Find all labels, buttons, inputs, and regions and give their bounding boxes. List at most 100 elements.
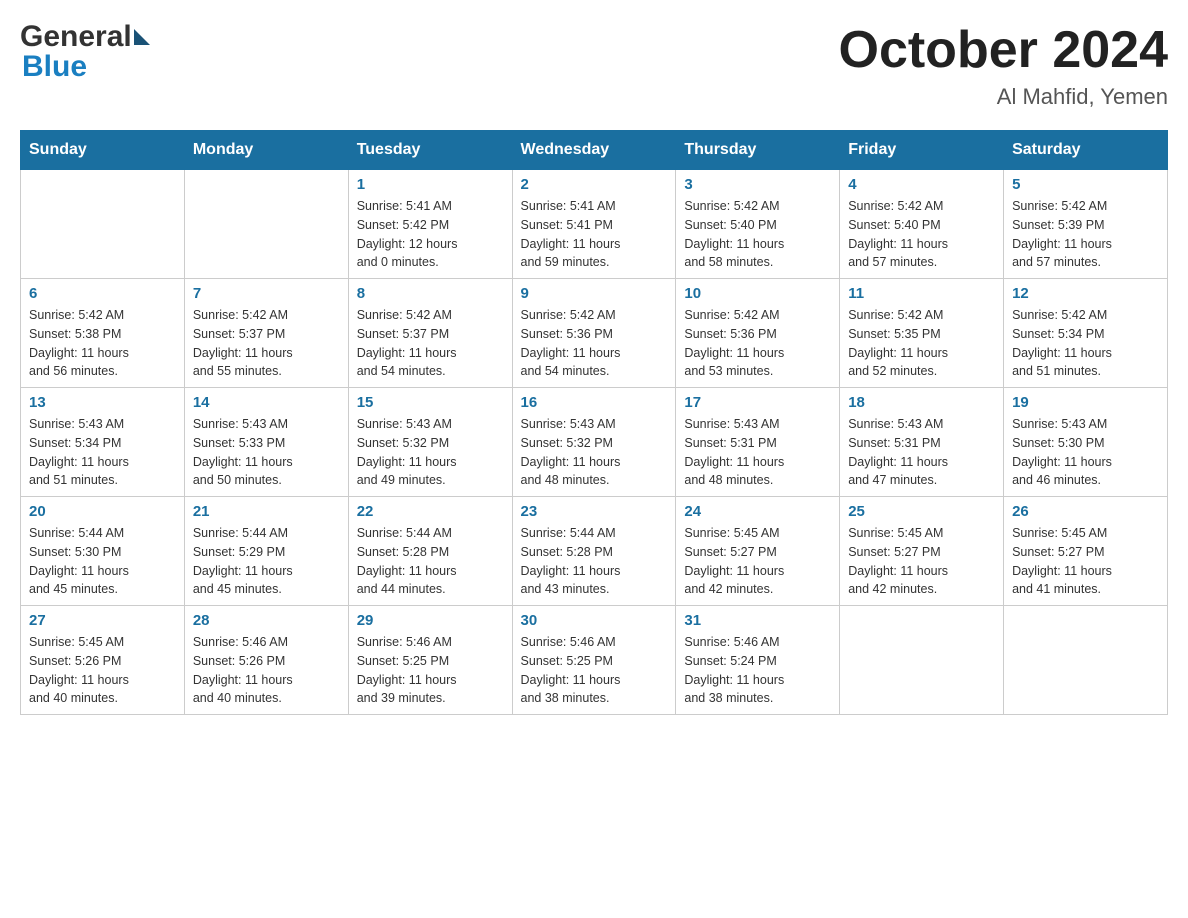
calendar-cell: 16 Sunrise: 5:43 AMSunset: 5:32 PMDayligh… [512,388,676,497]
page-header: General Blue October 2024 Al Mahfid, Yem… [20,20,1168,110]
calendar-cell: 21 Sunrise: 5:44 AMSunset: 5:29 PMDayligh… [184,497,348,606]
day-number: 5 [1012,176,1159,193]
day-info: Sunrise: 5:41 AMSunset: 5:41 PMDaylight:… [521,197,668,272]
calendar-cell [840,606,1004,715]
calendar-cell: 19 Sunrise: 5:43 AMSunset: 5:30 PMDayligh… [1004,388,1168,497]
logo-general-text: General [20,20,132,54]
day-number: 30 [521,612,668,629]
day-number: 25 [848,503,995,520]
calendar-table: SundayMondayTuesdayWednesdayThursdayFrid… [20,130,1168,715]
day-number: 24 [684,503,831,520]
calendar-cell: 26 Sunrise: 5:45 AMSunset: 5:27 PMDayligh… [1004,497,1168,606]
day-info: Sunrise: 5:42 AMSunset: 5:35 PMDaylight:… [848,306,995,381]
day-number: 21 [193,503,340,520]
month-title: October 2024 [839,20,1169,80]
day-number: 10 [684,285,831,302]
day-info: Sunrise: 5:43 AMSunset: 5:31 PMDaylight:… [684,415,831,490]
day-number: 27 [29,612,176,629]
calendar-cell: 9 Sunrise: 5:42 AMSunset: 5:36 PMDaylight… [512,279,676,388]
day-of-week-header: Tuesday [348,131,512,170]
day-info: Sunrise: 5:43 AMSunset: 5:33 PMDaylight:… [193,415,340,490]
day-of-week-header: Wednesday [512,131,676,170]
calendar-cell: 28Sunrise: 5:46 AMSunset: 5:26 PMDayligh… [184,606,348,715]
calendar-cell [21,170,185,279]
day-number: 18 [848,394,995,411]
calendar-cell: 25 Sunrise: 5:45 AMSunset: 5:27 PMDayligh… [840,497,1004,606]
calendar-week-row: 20 Sunrise: 5:44 AMSunset: 5:30 PMDayligh… [21,497,1168,606]
calendar-cell [184,170,348,279]
day-of-week-header: Friday [840,131,1004,170]
calendar-cell: 11 Sunrise: 5:42 AMSunset: 5:35 PMDayligh… [840,279,1004,388]
day-number: 11 [848,285,995,302]
day-number: 13 [29,394,176,411]
day-info: Sunrise: 5:43 AMSunset: 5:31 PMDaylight:… [848,415,995,490]
calendar-cell: 23 Sunrise: 5:44 AMSunset: 5:28 PMDayligh… [512,497,676,606]
calendar-body: 1Sunrise: 5:41 AMSunset: 5:42 PMDaylight… [21,170,1168,715]
day-info: Sunrise: 5:44 AMSunset: 5:30 PMDaylight:… [29,524,176,599]
day-number: 8 [357,285,504,302]
calendar-week-row: 1Sunrise: 5:41 AMSunset: 5:42 PMDaylight… [21,170,1168,279]
calendar-week-row: 27Sunrise: 5:45 AMSunset: 5:26 PMDayligh… [21,606,1168,715]
calendar-cell: 15Sunrise: 5:43 AMSunset: 5:32 PMDayligh… [348,388,512,497]
day-info: Sunrise: 5:45 AMSunset: 5:27 PMDaylight:… [1012,524,1159,599]
day-number: 16 [521,394,668,411]
logo: General Blue [20,20,150,84]
day-info: Sunrise: 5:42 AMSunset: 5:36 PMDaylight:… [521,306,668,381]
calendar-cell: 5 Sunrise: 5:42 AMSunset: 5:39 PMDaylight… [1004,170,1168,279]
calendar-cell: 2Sunrise: 5:41 AMSunset: 5:41 PMDaylight… [512,170,676,279]
day-info: Sunrise: 5:43 AMSunset: 5:32 PMDaylight:… [521,415,668,490]
day-info: Sunrise: 5:44 AMSunset: 5:28 PMDaylight:… [521,524,668,599]
day-info: Sunrise: 5:44 AMSunset: 5:29 PMDaylight:… [193,524,340,599]
calendar-cell: 8 Sunrise: 5:42 AMSunset: 5:37 PMDaylight… [348,279,512,388]
calendar-cell: 3 Sunrise: 5:42 AMSunset: 5:40 PMDaylight… [676,170,840,279]
calendar-cell: 27Sunrise: 5:45 AMSunset: 5:26 PMDayligh… [21,606,185,715]
day-number: 20 [29,503,176,520]
days-of-week-row: SundayMondayTuesdayWednesdayThursdayFrid… [21,131,1168,170]
calendar-header: SundayMondayTuesdayWednesdayThursdayFrid… [21,131,1168,170]
day-info: Sunrise: 5:46 AMSunset: 5:26 PMDaylight:… [193,633,340,708]
day-info: Sunrise: 5:42 AMSunset: 5:40 PMDaylight:… [684,197,831,272]
calendar-cell: 31 Sunrise: 5:46 AMSunset: 5:24 PMDayligh… [676,606,840,715]
day-of-week-header: Monday [184,131,348,170]
day-number: 6 [29,285,176,302]
day-number: 22 [357,503,504,520]
calendar-cell: 7Sunrise: 5:42 AMSunset: 5:37 PMDaylight… [184,279,348,388]
logo-blue-text: Blue [20,50,87,84]
day-info: Sunrise: 5:42 AMSunset: 5:38 PMDaylight:… [29,306,176,381]
calendar-cell: 22 Sunrise: 5:44 AMSunset: 5:28 PMDayligh… [348,497,512,606]
day-info: Sunrise: 5:46 AMSunset: 5:25 PMDaylight:… [521,633,668,708]
day-number: 9 [521,285,668,302]
day-number: 31 [684,612,831,629]
day-number: 17 [684,394,831,411]
day-number: 23 [521,503,668,520]
day-info: Sunrise: 5:42 AMSunset: 5:34 PMDaylight:… [1012,306,1159,381]
day-number: 1 [357,176,504,193]
day-info: Sunrise: 5:45 AMSunset: 5:27 PMDaylight:… [848,524,995,599]
calendar-week-row: 13 Sunrise: 5:43 AMSunset: 5:34 PMDayligh… [21,388,1168,497]
calendar-cell: 24 Sunrise: 5:45 AMSunset: 5:27 PMDayligh… [676,497,840,606]
day-number: 19 [1012,394,1159,411]
day-info: Sunrise: 5:46 AMSunset: 5:24 PMDaylight:… [684,633,831,708]
calendar-cell: 17 Sunrise: 5:43 AMSunset: 5:31 PMDayligh… [676,388,840,497]
calendar-cell: 1Sunrise: 5:41 AMSunset: 5:42 PMDaylight… [348,170,512,279]
day-number: 15 [357,394,504,411]
day-info: Sunrise: 5:42 AMSunset: 5:37 PMDaylight:… [357,306,504,381]
day-info: Sunrise: 5:42 AMSunset: 5:39 PMDaylight:… [1012,197,1159,272]
day-info: Sunrise: 5:44 AMSunset: 5:28 PMDaylight:… [357,524,504,599]
day-info: Sunrise: 5:45 AMSunset: 5:27 PMDaylight:… [684,524,831,599]
calendar-cell: 29Sunrise: 5:46 AMSunset: 5:25 PMDayligh… [348,606,512,715]
day-info: Sunrise: 5:43 AMSunset: 5:30 PMDaylight:… [1012,415,1159,490]
calendar-cell: 30 Sunrise: 5:46 AMSunset: 5:25 PMDayligh… [512,606,676,715]
day-number: 26 [1012,503,1159,520]
day-info: Sunrise: 5:42 AMSunset: 5:36 PMDaylight:… [684,306,831,381]
location-text: Al Mahfid, Yemen [839,84,1169,110]
calendar-cell: 14Sunrise: 5:43 AMSunset: 5:33 PMDayligh… [184,388,348,497]
calendar-cell: 13 Sunrise: 5:43 AMSunset: 5:34 PMDayligh… [21,388,185,497]
day-number: 3 [684,176,831,193]
day-info: Sunrise: 5:42 AMSunset: 5:37 PMDaylight:… [193,306,340,381]
title-block: October 2024 Al Mahfid, Yemen [839,20,1169,110]
day-info: Sunrise: 5:46 AMSunset: 5:25 PMDaylight:… [357,633,504,708]
logo-chevron-icon [134,29,150,45]
day-of-week-header: Thursday [676,131,840,170]
day-info: Sunrise: 5:43 AMSunset: 5:34 PMDaylight:… [29,415,176,490]
